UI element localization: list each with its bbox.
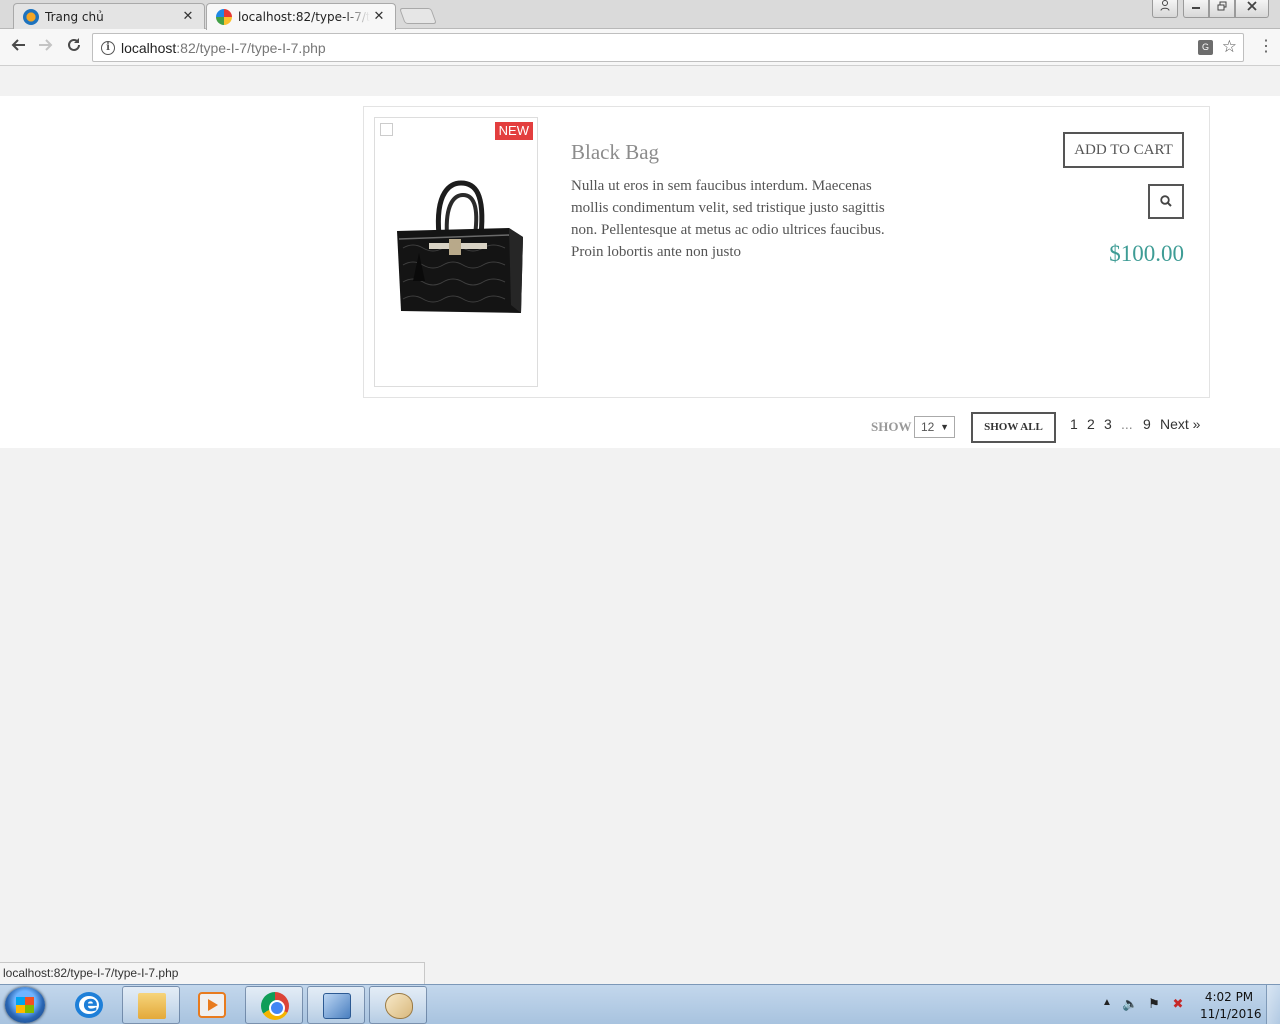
- per-page-value: 12: [921, 420, 935, 434]
- window-minimize-button[interactable]: [1183, 0, 1209, 18]
- clock-date[interactable]: 11/1/2016: [1200, 1007, 1262, 1021]
- taskbar-virtualbox[interactable]: [307, 986, 365, 1024]
- show-hidden-icons-icon[interactable]: ▲: [1102, 997, 1112, 1008]
- quick-view-button[interactable]: [1148, 184, 1184, 219]
- paint-icon: [385, 993, 413, 1019]
- browser-titlebar: Trang chủ ✕ localhost:82/type-I-7/type-I…: [0, 0, 1280, 30]
- clock-time[interactable]: 4:02 PM: [1200, 990, 1258, 1004]
- per-page-select[interactable]: 12 ▼: [914, 416, 955, 438]
- profile-user-icon[interactable]: [1152, 0, 1178, 18]
- page-top-band: [0, 66, 1280, 96]
- product-image-frame[interactable]: NEW: [374, 117, 538, 387]
- tab-title: localhost:82/type-I-7/type-I-7.php: [238, 10, 370, 24]
- taskbar-media-player[interactable]: [183, 986, 241, 1024]
- window-restore-button[interactable]: [1209, 0, 1235, 18]
- volume-speaker-icon[interactable]: 🔈: [1122, 996, 1138, 1012]
- product-price: $100.00: [1109, 241, 1184, 266]
- network-error-icon[interactable]: ✖: [1170, 996, 1186, 1012]
- internet-explorer-icon: [75, 992, 103, 1018]
- back-arrow-icon[interactable]: [8, 37, 28, 57]
- black-bag-product-image[interactable]: [389, 173, 525, 313]
- page-link-1[interactable]: 1: [1070, 416, 1078, 432]
- taskbar-file-explorer[interactable]: [122, 986, 180, 1024]
- taskbar-internet-explorer[interactable]: [60, 986, 118, 1024]
- new-tab-button[interactable]: [399, 8, 437, 24]
- tab-title: Trang chủ: [45, 10, 104, 24]
- address-url: localhost:82/type-I-7/type-I-7.php: [121, 40, 326, 56]
- reload-icon[interactable]: [64, 37, 84, 57]
- tab-home[interactable]: Trang chủ ✕: [13, 3, 205, 30]
- show-all-button[interactable]: SHOW ALL: [971, 412, 1056, 443]
- page-ellipsis: ...: [1121, 416, 1133, 432]
- windows-logo-icon: [16, 997, 34, 1013]
- product-list-item: NEW Black Bag Nulla ut eros in sem fauci…: [363, 106, 1210, 398]
- page-link-3[interactable]: 3: [1104, 416, 1112, 432]
- windows-taskbar: ▲ 🔈 ⚑ ✖ 4:02 PM 11/1/2016: [0, 984, 1280, 1024]
- localhost-favicon-icon: [216, 9, 232, 25]
- status-url-bubble: localhost:82/type-I-7/type-I-7.php: [0, 962, 425, 984]
- next-page-link[interactable]: Next »: [1160, 416, 1200, 432]
- new-badge: NEW: [494, 122, 533, 140]
- chrome-icon: [261, 992, 289, 1020]
- virtualbox-icon: [323, 993, 351, 1019]
- dropdown-arrow-icon: ▼: [940, 422, 949, 432]
- tab-close-icon[interactable]: ✕: [181, 8, 195, 24]
- start-button[interactable]: [5, 987, 45, 1023]
- media-player-icon: [198, 992, 226, 1018]
- power-flag-icon[interactable]: ⚑: [1146, 996, 1162, 1012]
- add-to-cart-button[interactable]: ADD TO CART: [1063, 132, 1184, 168]
- compare-checkbox[interactable]: [380, 123, 393, 136]
- show-per-page-label: SHOW: [871, 419, 912, 434]
- page-link-9[interactable]: 9: [1143, 416, 1151, 432]
- file-explorer-icon: [138, 993, 166, 1019]
- browser-toolbar: i localhost:82/type-I-7/type-I-7.php G ☆…: [0, 29, 1280, 66]
- taskbar-chrome[interactable]: [245, 986, 303, 1024]
- show-desktop-button[interactable]: [1266, 985, 1280, 1024]
- bookmark-star-icon[interactable]: ☆: [1222, 37, 1237, 57]
- page-info-icon[interactable]: i: [101, 41, 115, 55]
- page-link-2[interactable]: 2: [1087, 416, 1095, 432]
- taskbar-paint[interactable]: [369, 986, 427, 1024]
- product-description: Nulla ut eros in sem faucibus interdum. …: [571, 178, 885, 260]
- tab-current-page[interactable]: localhost:82/type-I-7/type-I-7.php ✕: [206, 3, 396, 30]
- product-title[interactable]: Black Bag: [571, 140, 659, 165]
- browser-menu-icon[interactable]: ⋮: [1258, 37, 1274, 57]
- forward-arrow-icon[interactable]: [36, 37, 56, 57]
- site-favicon-icon: [23, 9, 39, 25]
- address-bar[interactable]: i localhost:82/type-I-7/type-I-7.php G ☆: [92, 33, 1244, 62]
- search-icon: [1160, 195, 1172, 207]
- tab-close-icon[interactable]: ✕: [372, 8, 386, 24]
- translate-icon[interactable]: G: [1198, 40, 1213, 55]
- window-close-button[interactable]: [1235, 0, 1269, 18]
